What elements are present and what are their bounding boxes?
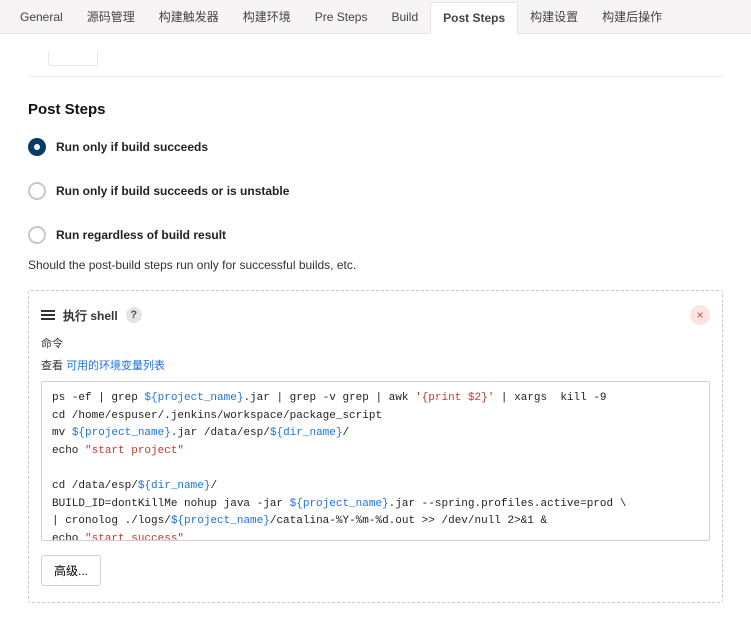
code-str: '{print $2}' [415, 392, 494, 404]
command-label: 命令 [41, 335, 710, 351]
tab-source-code[interactable]: 源码管理 [75, 0, 147, 33]
content-area: Post Steps Run only if build succeeds Ru… [0, 34, 751, 631]
code-var: ${project_name} [72, 427, 171, 439]
remove-step-button[interactable]: × [690, 305, 710, 325]
radio-row-success[interactable]: Run only if build succeeds [28, 138, 723, 156]
advanced-button[interactable]: 高级... [41, 555, 101, 586]
code-text: BUILD_ID=dontKillMe nohup java -jar [52, 498, 290, 510]
code-text: .jar | grep -v grep | awk [243, 392, 415, 404]
tab-general[interactable]: General [8, 2, 75, 32]
code-var: ${dir_name} [138, 480, 211, 492]
shell-title: 执行 shell [63, 307, 118, 324]
section-separator [28, 76, 723, 77]
code-var: ${project_name} [290, 498, 389, 510]
radio-label-regardless: Run regardless of build result [56, 228, 226, 242]
radio-success[interactable] [28, 138, 46, 156]
code-var: ${dir_name} [270, 427, 343, 439]
code-text: /catalina-%Y-%m-%d.out >> /dev/null 2>&1… [270, 515, 547, 527]
code-text: echo [52, 445, 85, 457]
radio-row-unstable[interactable]: Run only if build succeeds or is unstabl… [28, 182, 723, 200]
tab-post-steps[interactable]: Post Steps [430, 2, 518, 34]
drag-handle-icon[interactable] [41, 310, 55, 320]
code-var: ${project_name} [171, 515, 270, 527]
code-text: cd /data/esp/ [52, 480, 138, 492]
radio-regardless[interactable] [28, 226, 46, 244]
radio-label-success: Run only if build succeeds [56, 140, 208, 154]
shell-step-panel: 执行 shell ? × 命令 查看 可用的环境变量列表 ps -ef | gr… [28, 290, 723, 603]
shell-header: 执行 shell ? × [41, 305, 710, 325]
shell-command-textarea[interactable]: ps -ef | grep ${project_name}.jar | grep… [41, 381, 710, 541]
code-text: mv [52, 427, 72, 439]
tab-build-triggers[interactable]: 构建触发器 [147, 0, 231, 33]
code-text: ps -ef | grep [52, 392, 144, 404]
help-icon[interactable]: ? [126, 307, 142, 323]
section-title: Post Steps [28, 101, 723, 118]
help-text: Should the post-build steps run only for… [28, 258, 723, 272]
radio-label-unstable: Run only if build succeeds or is unstabl… [56, 184, 289, 198]
code-str: "start success" [85, 533, 184, 541]
code-text: | xargs kill -9 [494, 392, 606, 404]
radio-unstable[interactable] [28, 182, 46, 200]
tab-build-settings[interactable]: 构建设置 [518, 0, 590, 33]
code-text: / [210, 480, 217, 492]
code-text: cd /home/espuser/.jenkins/workspace/pack… [52, 410, 382, 422]
env-vars-link[interactable]: 可用的环境变量列表 [66, 360, 165, 372]
code-text: | cronolog ./logs/ [52, 515, 171, 527]
collapsed-control[interactable] [48, 52, 98, 66]
radio-row-regardless[interactable]: Run regardless of build result [28, 226, 723, 244]
tab-build[interactable]: Build [379, 2, 430, 32]
code-text: .jar /data/esp/ [171, 427, 270, 439]
code-str: "start project" [85, 445, 184, 457]
config-tabs: General 源码管理 构建触发器 构建环境 Pre Steps Build … [0, 0, 751, 34]
code-text: echo [52, 533, 85, 541]
link-prefix: 查看 [41, 360, 63, 372]
code-text: / [343, 427, 350, 439]
code-var: ${project_name} [144, 392, 243, 404]
tab-post-build-actions[interactable]: 构建后操作 [590, 0, 674, 33]
code-text: .jar --spring.profiles.active=prod \ [389, 498, 627, 510]
env-vars-link-row: 查看 可用的环境变量列表 [41, 357, 710, 373]
tab-pre-steps[interactable]: Pre Steps [303, 2, 380, 32]
tab-build-environment[interactable]: 构建环境 [231, 0, 303, 33]
